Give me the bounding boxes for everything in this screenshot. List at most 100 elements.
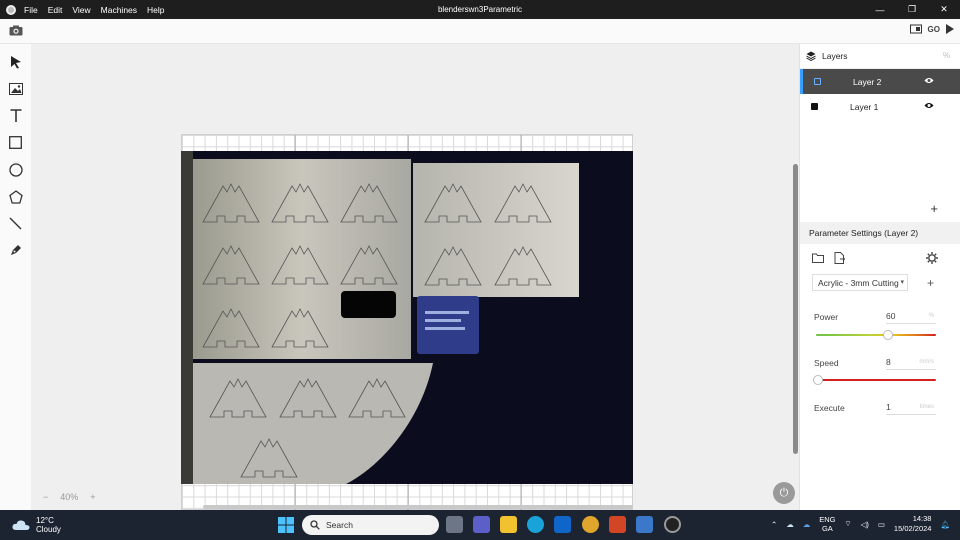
material-preset-dropdown[interactable]: Acrylic - 3mm Cutting ▾ [812, 274, 908, 291]
menu-help[interactable]: Help [147, 5, 164, 15]
volume-icon[interactable]: ◁) [861, 520, 869, 529]
system-tray: ⌃ ☁ ☁ ENG GA ⌔ ◁) ▭ 14:38 15/02/2024 🔔︎ [771, 514, 950, 534]
select-tool[interactable] [0, 48, 31, 75]
onedrive-work-icon[interactable]: ☁ [803, 520, 811, 529]
notification-bell-icon[interactable]: 🔔︎ [940, 520, 950, 529]
chrome-icon[interactable] [582, 516, 599, 533]
execute-input[interactable]: 1 times [886, 402, 936, 415]
layers-header: Layers % [800, 44, 960, 69]
power-slider[interactable] [816, 330, 936, 340]
execute-label: Execute [814, 403, 845, 413]
zoom-level: 40% [60, 492, 79, 502]
app-logo-icon [6, 4, 16, 15]
power-unit: % [928, 313, 934, 319]
chevron-up-icon[interactable]: ⌃ [771, 520, 777, 529]
chevron-down-icon: ▾ [900, 279, 904, 286]
text-tool[interactable] [0, 102, 31, 129]
speed-slider[interactable] [813, 375, 936, 385]
rectangle-icon [9, 136, 22, 149]
task-view-icon[interactable] [446, 516, 463, 533]
weather-temperature: 12°C [36, 516, 54, 525]
eye-icon[interactable] [924, 102, 934, 109]
edge-icon[interactable] [527, 516, 544, 533]
zoom-in-button[interactable]: + [90, 492, 95, 502]
layer-name: Layer 1 [850, 101, 879, 112]
layer-row-layer-1[interactable]: Layer 1 [800, 94, 960, 119]
material-preset-value: Acrylic - 3mm Cutting [818, 278, 899, 288]
gear-icon[interactable] [926, 252, 938, 264]
camera-icon[interactable] [9, 25, 23, 36]
minimize-icon[interactable]: — [864, 0, 896, 19]
speed-value: 8 [886, 357, 891, 367]
onedrive-icon[interactable]: ☁ [786, 520, 794, 529]
calculator-icon[interactable] [636, 516, 653, 533]
power-label: Power [814, 312, 839, 322]
layers-title: Layers [822, 51, 848, 61]
reset-view-button[interactable]: ⏻ [773, 482, 795, 504]
speed-unit: mm/s [919, 359, 934, 365]
language-code: ENG [819, 515, 836, 524]
keyboard-layout: GA [821, 524, 833, 533]
wifi-icon[interactable]: ⌔ [845, 519, 852, 529]
eye-icon[interactable] [924, 77, 934, 84]
search-placeholder: Search [326, 520, 353, 530]
battery-icon[interactable]: ▭ [878, 520, 885, 529]
cut-sheets-picture [181, 151, 633, 484]
language-indicator[interactable]: ENG GA [819, 515, 835, 533]
polygon-tool[interactable] [0, 183, 31, 210]
zoom-out-button[interactable]: − [43, 492, 48, 502]
weather-description: Cloudy [36, 525, 61, 534]
outlook-icon[interactable] [554, 516, 571, 533]
add-layer-button[interactable]: + [930, 201, 938, 216]
pen-icon [11, 245, 21, 255]
pen-tool[interactable] [0, 237, 31, 264]
restore-icon[interactable]: ❐ [896, 0, 928, 19]
layer-color-swatch [811, 103, 818, 110]
power-input[interactable]: 60 % [886, 311, 936, 324]
ellipse-tool[interactable] [0, 156, 31, 183]
pointer-icon [10, 55, 21, 68]
circle-icon [8, 162, 23, 177]
teams-icon[interactable] [473, 516, 490, 533]
windows-start-icon[interactable] [278, 517, 294, 533]
horizontal-scrollbar[interactable] [203, 505, 633, 509]
powerpoint-icon[interactable] [609, 516, 626, 533]
menu-file[interactable]: File [24, 5, 38, 15]
layer-row-layer-2[interactable]: Layer 2 [800, 69, 960, 94]
clock[interactable]: 14:38 15/02/2024 [894, 514, 932, 534]
line-tool[interactable] [0, 210, 31, 237]
image-tool[interactable] [0, 75, 31, 102]
close-icon[interactable]: ✕ [928, 0, 960, 19]
pentagon-icon [8, 189, 23, 204]
menu-edit[interactable]: Edit [48, 5, 63, 15]
vertical-scrollbar[interactable] [793, 164, 798, 454]
file-explorer-icon[interactable] [500, 516, 517, 533]
laser-app-icon[interactable] [664, 516, 681, 533]
folder-icon[interactable] [812, 253, 824, 263]
weather-widget[interactable]: 12°C Cloudy [12, 516, 61, 534]
device-icon[interactable] [909, 24, 922, 34]
clock-date: 15/02/2024 [893, 524, 932, 533]
export-file-icon[interactable] [834, 252, 845, 264]
camera-overlay-image[interactable] [181, 151, 633, 484]
search-icon [310, 520, 320, 530]
workspace-canvas[interactable]: − 40% + ⏻ [31, 44, 799, 511]
rectangle-tool[interactable] [0, 129, 31, 156]
percent-icon[interactable]: % [943, 51, 950, 60]
play-icon[interactable] [946, 24, 954, 34]
speed-label: Speed [814, 358, 839, 368]
menu-view[interactable]: View [72, 5, 90, 15]
power-value: 60 [886, 311, 896, 321]
power-slider-handle[interactable] [883, 330, 893, 340]
left-toolbox [0, 44, 31, 510]
add-material-button[interactable]: + [927, 276, 934, 290]
speed-input[interactable]: 8 mm/s [886, 357, 936, 370]
go-button[interactable]: GO [928, 25, 940, 34]
menu-machines[interactable]: Machines [101, 5, 137, 15]
parameter-settings-title: Parameter Settings (Layer 2) [800, 222, 960, 244]
text-icon [10, 109, 21, 122]
speed-slider-handle[interactable] [813, 375, 824, 385]
execute-value: 1 [886, 402, 891, 412]
taskbar-search[interactable]: Search [302, 515, 439, 535]
layer-name: Layer 2 [853, 76, 882, 87]
